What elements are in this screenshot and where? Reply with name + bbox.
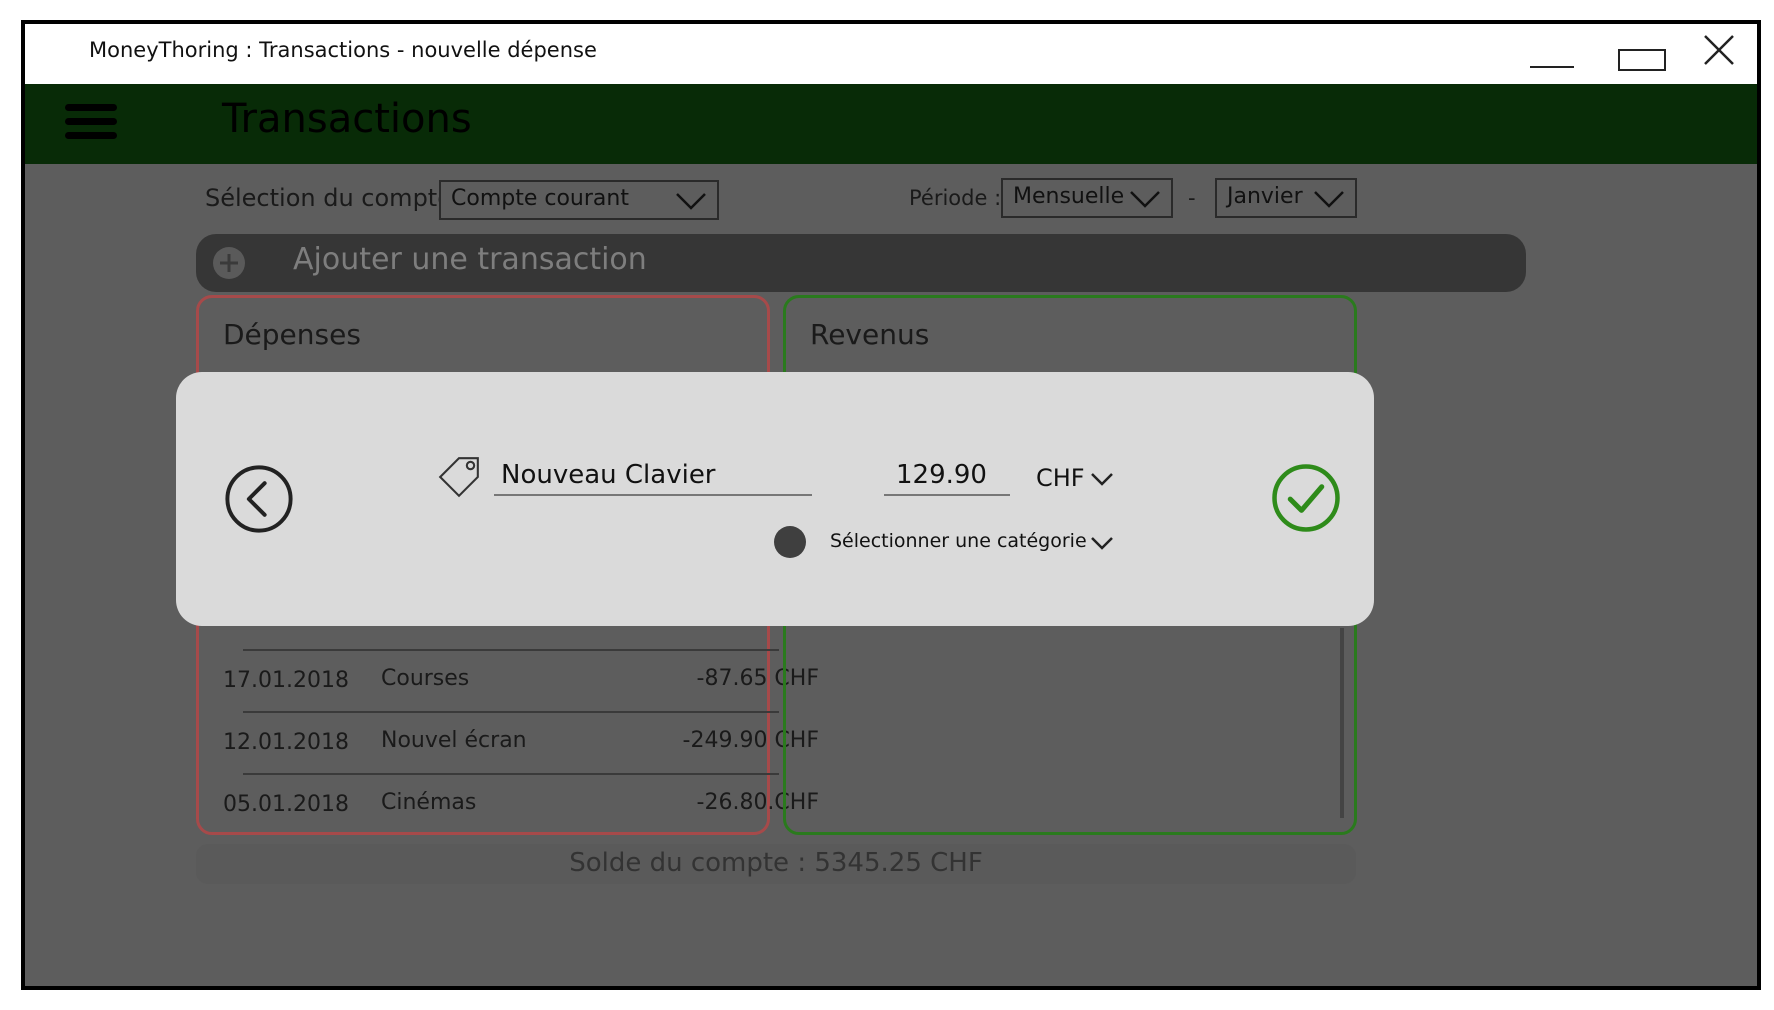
period-select-value: Mensuelle xyxy=(1013,184,1125,209)
period-select[interactable]: Mensuelle xyxy=(1001,178,1173,218)
expense-row[interactable]: 17.01.2018 Courses -87.65 CHF xyxy=(223,650,819,712)
month-select-value: Janvier xyxy=(1227,184,1303,209)
month-select[interactable]: Janvier xyxy=(1215,178,1357,218)
category-select[interactable]: Sélectionner une catégorie xyxy=(830,530,1087,552)
account-selector-label: Sélection du compte : xyxy=(205,184,468,212)
tag-icon xyxy=(438,457,479,498)
chevron-down-icon[interactable] xyxy=(1090,536,1114,550)
hamburger-icon[interactable] xyxy=(65,104,117,146)
maximize-button[interactable] xyxy=(1618,24,1666,84)
title-bar: MoneyThoring : Transactions - nouvelle d… xyxy=(25,24,1757,84)
expense-row[interactable]: 05.01.2018 Cinémas -26.80.CHF xyxy=(223,774,819,836)
back-arrow-icon[interactable] xyxy=(224,464,294,534)
expense-name: Cinémas xyxy=(381,790,477,815)
expense-name: Nouvel écran xyxy=(381,728,527,753)
check-circle-icon[interactable] xyxy=(1270,462,1342,534)
app-header: Transactions xyxy=(25,84,1757,164)
page-title: Transactions xyxy=(222,96,472,142)
expense-date: 12.01.2018 xyxy=(223,730,349,755)
amount-input[interactable] xyxy=(884,456,1010,496)
expense-date: 05.01.2018 xyxy=(223,792,349,817)
chevron-down-icon xyxy=(1314,191,1344,208)
chevron-down-icon[interactable] xyxy=(1090,472,1114,486)
close-icon xyxy=(1704,35,1734,65)
new-expense-dialog: CHF Sélectionner une catégorie xyxy=(176,372,1374,626)
app-window: MoneyThoring : Transactions - nouvelle d… xyxy=(21,20,1761,990)
plus-circle-icon xyxy=(213,247,245,279)
add-transaction-bar[interactable]: Ajouter une transaction xyxy=(196,234,1526,292)
window-title: MoneyThoring : Transactions - nouvelle d… xyxy=(89,38,597,62)
expense-name: Courses xyxy=(381,666,470,691)
transaction-name-input[interactable] xyxy=(494,456,812,496)
currency-label[interactable]: CHF xyxy=(1036,464,1085,492)
category-color-dot xyxy=(774,526,806,558)
income-title: Revenus xyxy=(810,318,930,351)
chevron-down-icon xyxy=(676,193,706,210)
expense-date: 17.01.2018 xyxy=(223,668,349,693)
minimize-button[interactable] xyxy=(1530,24,1574,84)
app-body: Transactions Sélection du compte : Compt… xyxy=(25,84,1757,986)
period-separator: - xyxy=(1188,186,1196,210)
expense-row[interactable]: 12.01.2018 Nouvel écran -249.90 CHF xyxy=(223,712,819,774)
account-select-value: Compte courant xyxy=(451,186,629,211)
income-scrollbar[interactable] xyxy=(1340,628,1344,818)
add-transaction-label: Ajouter une transaction xyxy=(293,242,647,277)
account-balance: Solde du compte : 5345.25 CHF xyxy=(196,844,1356,884)
chevron-down-icon xyxy=(1130,191,1160,208)
account-select[interactable]: Compte courant xyxy=(439,180,719,220)
close-button[interactable] xyxy=(1699,24,1739,84)
expenses-title: Dépenses xyxy=(223,318,361,351)
period-label: Période : xyxy=(909,186,1002,210)
